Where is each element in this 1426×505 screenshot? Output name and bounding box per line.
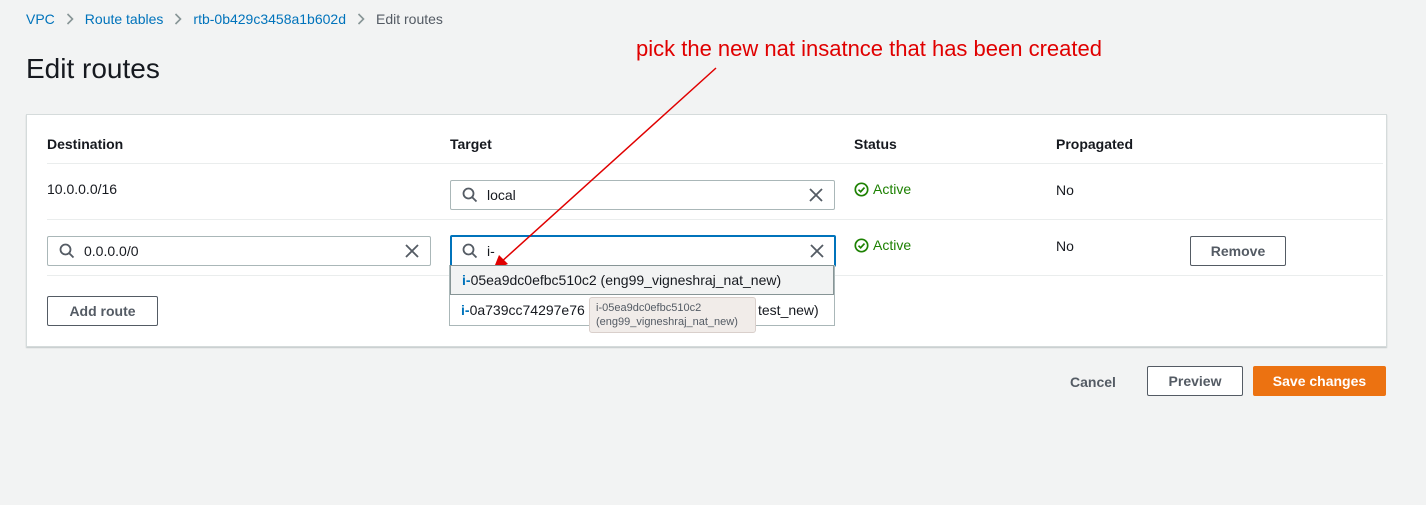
close-icon[interactable] <box>404 243 420 259</box>
row-1-target-field[interactable] <box>450 180 835 210</box>
chevron-right-icon <box>66 13 74 25</box>
row-divider <box>47 163 1383 164</box>
close-icon[interactable] <box>809 243 825 259</box>
check-circle-icon <box>854 237 869 253</box>
chevron-right-icon <box>174 13 183 25</box>
page-title: Edit routes <box>26 53 160 84</box>
row-1-status: Active <box>854 181 911 197</box>
tooltip-line-2: (eng99_vigneshraj_nat_new) <box>596 316 738 328</box>
option-label: 05ea9dc0efbc510c2 (eng99_vigneshraj_nat_… <box>470 272 782 288</box>
check-circle-icon <box>854 181 869 197</box>
chevron-right-icon <box>357 13 365 25</box>
row-2-propagated: No <box>1056 238 1074 254</box>
option-match-prefix: i- <box>462 272 471 288</box>
breadcrumb-route-tables[interactable]: Route tables <box>85 11 164 27</box>
cancel-button[interactable]: Cancel <box>1063 367 1123 397</box>
row-divider <box>47 219 1383 220</box>
header-status: Status <box>854 136 897 152</box>
row-2-status: Active <box>854 237 911 253</box>
header-propagated: Propagated <box>1056 136 1134 152</box>
option-label-suffix: test_new) <box>758 302 819 318</box>
row-2-status-label: Active <box>873 237 912 253</box>
row-2-target-input[interactable] <box>487 237 809 265</box>
add-route-button[interactable]: Add route <box>47 296 158 326</box>
save-changes-button[interactable]: Save changes <box>1253 366 1386 396</box>
row-2-destination-field[interactable] <box>47 236 431 266</box>
row-2-destination-input[interactable] <box>84 237 404 265</box>
header-target: Target <box>450 136 492 152</box>
close-icon[interactable] <box>808 187 824 203</box>
option-tooltip: i-05ea9dc0efbc510c2 (eng99_vigneshraj_na… <box>589 297 756 333</box>
breadcrumb-current: Edit routes <box>375 11 443 27</box>
row-1-propagated: No <box>1056 182 1074 198</box>
row-1-destination: 10.0.0.0/16 <box>47 181 118 197</box>
preview-button[interactable]: Preview <box>1147 366 1243 396</box>
breadcrumb: VPC Route tables rtb-0b429c3458a1b602d E… <box>26 10 443 28</box>
breadcrumb-route-table-id[interactable]: rtb-0b429c3458a1b602d <box>193 11 346 27</box>
option-label: 0a739cc74297e76 <box>469 302 585 318</box>
remove-button[interactable]: Remove <box>1190 236 1286 266</box>
dropdown-option[interactable]: i- 05ea9dc0efbc510c2 (eng99_vigneshraj_na… <box>450 265 834 295</box>
search-icon <box>462 187 478 203</box>
search-icon <box>59 243 75 259</box>
row-1-target-input[interactable] <box>487 181 808 209</box>
tooltip-line-1: i-05ea9dc0efbc510c2 <box>596 302 702 314</box>
breadcrumb-vpc[interactable]: VPC <box>26 11 55 27</box>
search-icon <box>462 243 478 259</box>
annotation-text: pick the new nat insatnce that has been … <box>636 36 1102 61</box>
header-destination: Destination <box>47 136 124 152</box>
row-2-target-field[interactable] <box>450 235 836 267</box>
option-match-prefix: i- <box>461 302 470 318</box>
row-1-status-label: Active <box>873 181 912 197</box>
